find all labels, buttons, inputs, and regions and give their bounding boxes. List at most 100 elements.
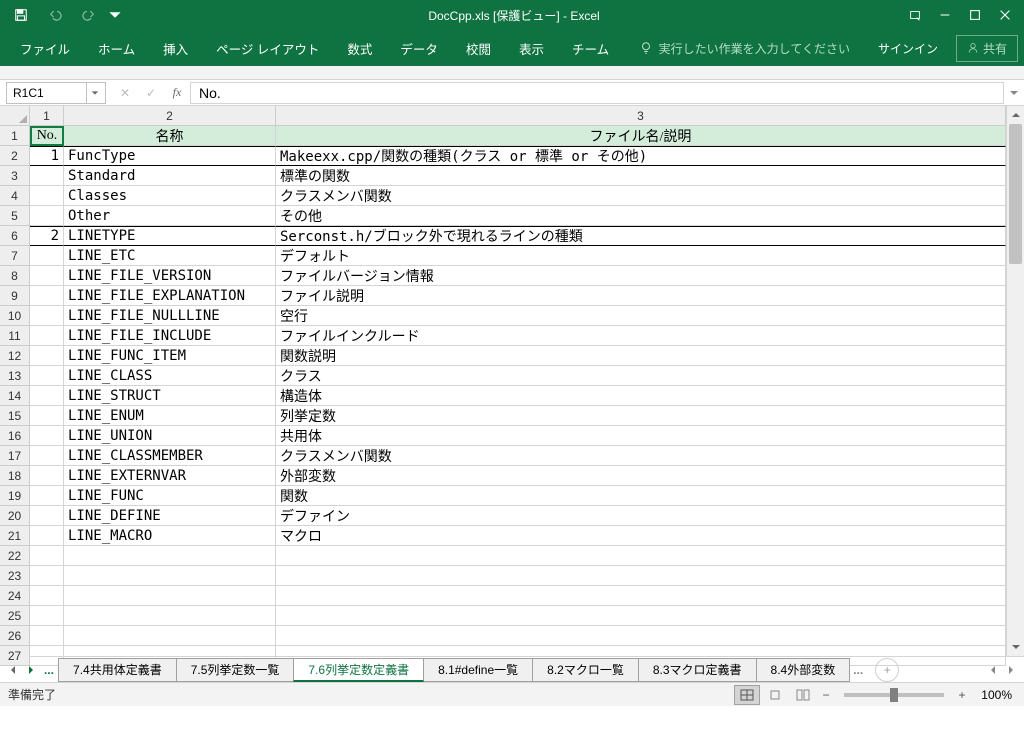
row-header[interactable]: 20 [0, 506, 30, 526]
cancel-formula-button[interactable]: ✕ [112, 82, 138, 104]
close-button[interactable] [990, 0, 1020, 30]
minimize-button[interactable] [930, 0, 960, 30]
tab-view[interactable]: 表示 [505, 31, 558, 66]
cell[interactable] [276, 566, 1006, 586]
share-button[interactable]: 共有 [956, 35, 1018, 62]
cell[interactable]: Standard [64, 166, 276, 186]
cell[interactable]: LINE_ETC [64, 246, 276, 266]
cell[interactable]: デフォルト [276, 246, 1006, 266]
cell[interactable]: LINE_FUNC_ITEM [64, 346, 276, 366]
cell[interactable]: Classes [64, 186, 276, 206]
cell[interactable] [30, 366, 64, 386]
row-header[interactable]: 2 [0, 146, 30, 166]
zoom-in-button[interactable]: + [954, 688, 970, 702]
cell[interactable]: 2 [30, 226, 64, 246]
tab-data[interactable]: データ [386, 31, 452, 66]
cell[interactable] [64, 586, 276, 606]
cell[interactable]: LINE_MACRO [64, 526, 276, 546]
cell[interactable]: 標準の関数 [276, 166, 1006, 186]
tab-scroll-left[interactable] [4, 661, 22, 679]
cell[interactable]: Makeexx.cpp/関数の種類(クラス or 標準 or その他) [276, 146, 1006, 166]
select-all-cell[interactable] [0, 106, 30, 126]
cell[interactable] [30, 306, 64, 326]
cell[interactable]: クラスメンバ関数 [276, 446, 1006, 466]
cell[interactable] [30, 486, 64, 506]
row-header[interactable]: 24 [0, 586, 30, 606]
cell[interactable] [276, 626, 1006, 646]
expand-formula-bar[interactable] [1004, 88, 1024, 98]
cell[interactable] [30, 206, 64, 226]
cell[interactable]: マクロ [276, 526, 1006, 546]
cell[interactable] [30, 426, 64, 446]
cell[interactable]: 列挙定数 [276, 406, 1006, 426]
row-header[interactable]: 19 [0, 486, 30, 506]
scroll-down-button[interactable] [1007, 638, 1024, 656]
sheet-tab[interactable]: 8.4外部変数 [756, 658, 851, 682]
cell[interactable]: LINE_STRUCT [64, 386, 276, 406]
cell[interactable]: LINE_DEFINE [64, 506, 276, 526]
tab-formulas[interactable]: 数式 [333, 31, 386, 66]
cell[interactable] [64, 626, 276, 646]
sign-in-link[interactable]: サインイン [868, 34, 948, 63]
cell[interactable] [64, 566, 276, 586]
page-layout-view-button[interactable] [762, 685, 788, 705]
zoom-slider[interactable] [844, 693, 944, 697]
row-header[interactable]: 11 [0, 326, 30, 346]
hscroll-right[interactable] [1002, 665, 1020, 675]
sheet-tab[interactable]: 7.5列挙定数一覧 [176, 658, 295, 682]
row-header[interactable]: 12 [0, 346, 30, 366]
cell[interactable] [30, 506, 64, 526]
redo-button[interactable] [74, 0, 104, 30]
cell[interactable]: 空行 [276, 306, 1006, 326]
sheet-tab[interactable]: 8.2マクロ一覧 [532, 658, 639, 682]
column-header-3[interactable]: 3 [276, 106, 1006, 126]
sheet-tab[interactable]: 7.6列挙定数定義書 [293, 658, 424, 682]
cell[interactable] [30, 546, 64, 566]
row-header[interactable]: 14 [0, 386, 30, 406]
row-header[interactable]: 17 [0, 446, 30, 466]
cell[interactable]: LINE_FILE_VERSION [64, 266, 276, 286]
ribbon-display-options[interactable] [900, 0, 930, 30]
cell[interactable]: クラスメンバ関数 [276, 186, 1006, 206]
cell[interactable]: 関数 [276, 486, 1006, 506]
column-header-2[interactable]: 2 [64, 106, 276, 126]
cell[interactable] [30, 466, 64, 486]
hscroll-left[interactable] [984, 665, 1002, 675]
cell[interactable] [30, 446, 64, 466]
scroll-thumb[interactable] [1009, 124, 1022, 264]
cell[interactable]: ファイル名/説明 [276, 126, 1006, 146]
cell[interactable]: LINETYPE [64, 226, 276, 246]
cell[interactable]: 共用体 [276, 426, 1006, 446]
cell[interactable] [64, 606, 276, 626]
cell[interactable] [64, 546, 276, 566]
tab-scroll-right[interactable] [22, 661, 40, 679]
row-header[interactable]: 6 [0, 226, 30, 246]
cell[interactable] [30, 406, 64, 426]
cell[interactable]: LINE_FILE_NULLLINE [64, 306, 276, 326]
maximize-button[interactable] [960, 0, 990, 30]
cell[interactable]: 構造体 [276, 386, 1006, 406]
cell[interactable] [30, 246, 64, 266]
cell[interactable]: LINE_FILE_EXPLANATION [64, 286, 276, 306]
cell[interactable]: 関数説明 [276, 346, 1006, 366]
enter-formula-button[interactable]: ✓ [138, 82, 164, 104]
row-header[interactable]: 5 [0, 206, 30, 226]
zoom-level[interactable]: 100% [972, 688, 1016, 702]
tab-review[interactable]: 校閲 [452, 31, 505, 66]
cell[interactable]: LINE_UNION [64, 426, 276, 446]
row-header[interactable]: 21 [0, 526, 30, 546]
row-header[interactable]: 18 [0, 466, 30, 486]
scroll-up-button[interactable] [1007, 106, 1024, 124]
row-header[interactable]: 3 [0, 166, 30, 186]
sheet-tab[interactable]: 8.1#define一覧 [423, 658, 533, 682]
cell[interactable]: Serconst.h/ブロック外で現れるラインの種類 [276, 226, 1006, 246]
row-header[interactable]: 4 [0, 186, 30, 206]
cell[interactable] [30, 626, 64, 646]
row-header[interactable]: 7 [0, 246, 30, 266]
cell[interactable]: 外部変数 [276, 466, 1006, 486]
spreadsheet-grid[interactable]: 1 2 3 1234567891011121314151617181920212… [0, 106, 1024, 656]
row-header[interactable]: 22 [0, 546, 30, 566]
cell[interactable] [276, 586, 1006, 606]
formula-input[interactable]: No. [190, 82, 1004, 104]
tab-overflow-right[interactable]: ... [849, 663, 867, 677]
